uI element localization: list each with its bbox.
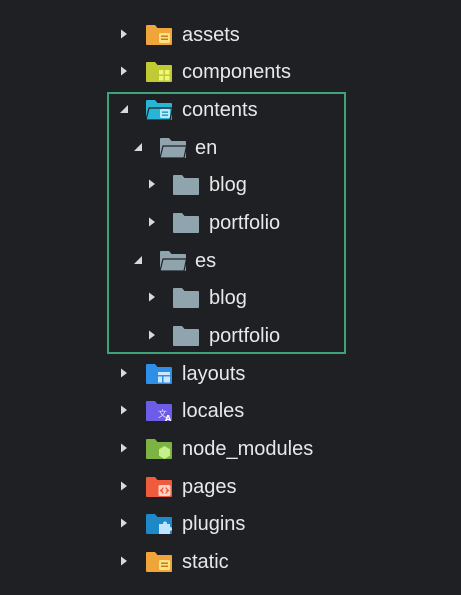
tree-item-plugins[interactable]: plugins: [0, 505, 461, 543]
tree-item-node-modules[interactable]: node_modules: [0, 430, 461, 468]
folder-icon: [173, 213, 199, 233]
folder-assets-icon: [146, 25, 172, 45]
tree-item-es-portfolio[interactable]: portfolio: [0, 317, 461, 355]
chevron-down-icon[interactable]: [132, 254, 144, 266]
tree-item-pages[interactable]: pages: [0, 468, 461, 506]
chevron-right-icon[interactable]: [118, 442, 130, 454]
chevron-right-icon[interactable]: [118, 404, 130, 416]
tree-item-label: pages: [182, 476, 237, 498]
chevron-right-icon[interactable]: [146, 291, 158, 303]
folder-contents-open-icon: [145, 100, 173, 121]
chevron-right-icon[interactable]: [118, 367, 130, 379]
folder-pages-icon: [146, 477, 172, 497]
chevron-right-icon[interactable]: [118, 480, 130, 492]
chevron-right-icon[interactable]: [146, 178, 158, 190]
tree-item-en-blog[interactable]: blog: [0, 166, 461, 204]
folder-open-icon: [159, 138, 187, 159]
tree-item-label: layouts: [182, 363, 246, 385]
tree-item-layouts[interactable]: layouts: [0, 355, 461, 393]
tree-item-label: locales: [182, 400, 245, 422]
chevron-right-icon[interactable]: [118, 28, 130, 40]
tree-item-assets[interactable]: assets: [0, 16, 461, 54]
tree-item-es-blog[interactable]: blog: [0, 279, 461, 317]
folder-open-icon: [159, 251, 187, 272]
svg-text:A: A: [165, 414, 172, 423]
folder-locales-icon: 文A: [146, 401, 172, 423]
chevron-right-icon[interactable]: [146, 329, 158, 341]
chevron-right-icon[interactable]: [118, 65, 130, 77]
tree-item-label: contents: [182, 99, 258, 121]
tree-item-label: portfolio: [209, 325, 281, 347]
tree-item-static[interactable]: static: [0, 543, 461, 581]
tree-item-label: node_modules: [182, 438, 314, 460]
tree-item-en[interactable]: en: [0, 129, 461, 167]
tree-item-label: assets: [182, 24, 240, 46]
tree-item-label: components: [182, 61, 291, 83]
folder-node-modules-icon: [146, 439, 172, 459]
chevron-right-icon[interactable]: [118, 517, 130, 529]
tree-item-contents[interactable]: contents: [0, 91, 461, 129]
chevron-right-icon[interactable]: [146, 216, 158, 228]
folder-plugins-icon: [146, 514, 172, 534]
tree-item-label: en: [195, 137, 218, 159]
tree-item-label: es: [195, 250, 217, 272]
folder-icon: [173, 288, 199, 308]
tree-item-label: portfolio: [209, 212, 281, 234]
tree-item-label: static: [182, 551, 229, 573]
tree-item-locales[interactable]: 文A locales: [0, 392, 461, 430]
folder-components-icon: [146, 62, 172, 82]
tree-item-label: blog: [209, 174, 247, 196]
tree-item-label: blog: [209, 287, 247, 309]
tree-item-en-portfolio[interactable]: portfolio: [0, 204, 461, 242]
folder-icon: [173, 326, 199, 346]
chevron-right-icon[interactable]: [118, 555, 130, 567]
folder-static-icon: [146, 552, 172, 572]
tree-item-label: plugins: [182, 513, 246, 535]
chevron-down-icon[interactable]: [132, 141, 144, 153]
chevron-down-icon[interactable]: [118, 103, 130, 115]
tree-item-es[interactable]: es: [0, 242, 461, 280]
folder-layouts-icon: [146, 364, 172, 384]
file-explorer-tree: assets components contents en blog portf…: [0, 0, 461, 595]
folder-icon: [173, 175, 199, 195]
tree-item-components[interactable]: components: [0, 53, 461, 91]
